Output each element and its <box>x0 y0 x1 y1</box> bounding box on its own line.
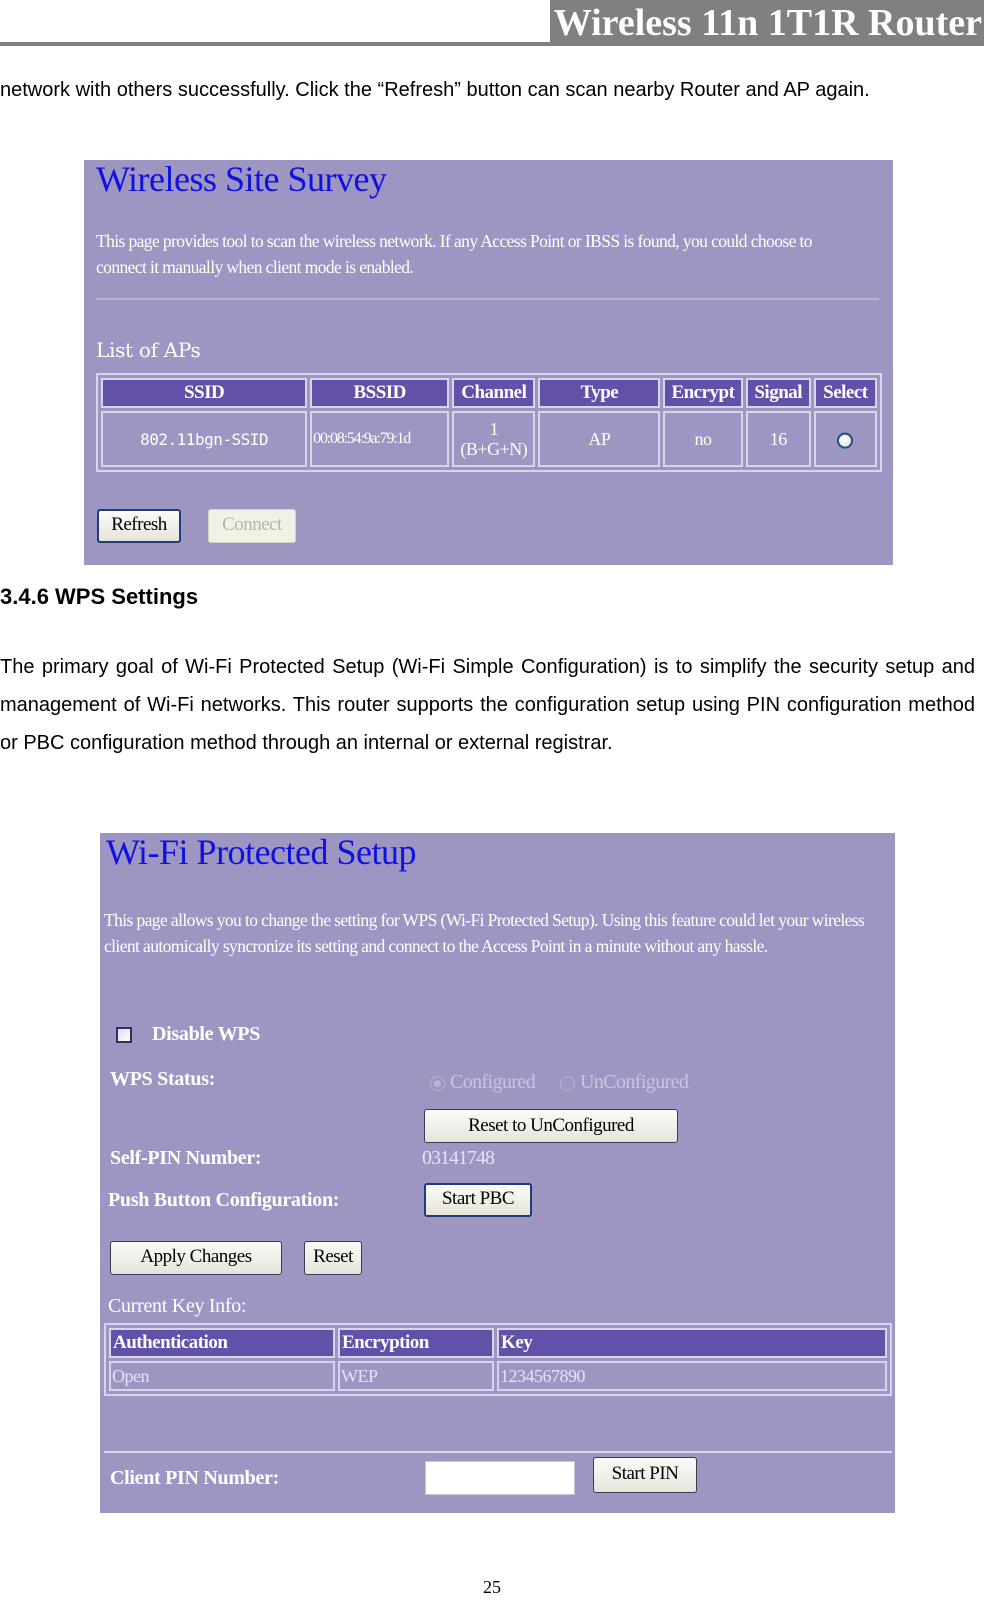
refresh-button[interactable]: Refresh <box>97 509 181 543</box>
key-info-table: Authentication Encryption Key Open WEP 1… <box>104 1323 892 1396</box>
cell-bssid: 00:08:54:9a:79:1d <box>310 411 450 467</box>
column-header-channel: Channel <box>452 378 536 408</box>
status-configured-radio[interactable] <box>430 1076 445 1091</box>
page-number: 25 <box>483 1577 501 1597</box>
self-pin-value: 03141748 <box>422 1147 495 1169</box>
ap-list-table: SSID BSSID Channel Type Encrypt Signal S… <box>96 373 882 472</box>
wps-description: This page allows you to change the setti… <box>104 910 865 956</box>
self-pin-label: Self-PIN Number: <box>110 1147 262 1169</box>
cell-encryption: WEP <box>338 1361 494 1391</box>
site-survey-title: Wireless Site Survey <box>96 159 387 199</box>
table-row: 802.11bgn-SSID 00:08:54:9a:79:1d 1 (B+G+… <box>101 411 877 467</box>
cell-type: AP <box>538 411 661 467</box>
column-header-encryption: Encryption <box>338 1328 494 1358</box>
client-pin-label: Client PIN Number: <box>110 1467 280 1489</box>
wps-screenshot: Wi-Fi Protected Setup This page allows y… <box>100 832 895 1513</box>
current-key-info-label: Current Key Info: <box>108 1295 247 1317</box>
column-header-authentication: Authentication <box>109 1328 335 1358</box>
site-survey-screenshot: Wireless Site Survey This page provides … <box>84 159 893 565</box>
push-button-configuration-label: Push Button Configuration: <box>108 1189 340 1211</box>
divider <box>96 298 879 300</box>
connect-button[interactable]: Connect <box>208 509 296 543</box>
client-pin-input[interactable] <box>425 1461 575 1495</box>
select-ap-radio[interactable] <box>837 432 854 449</box>
status-unconfigured-radio[interactable] <box>560 1076 575 1091</box>
reset-to-unconfigured-button[interactable]: Reset to UnConfigured <box>424 1109 678 1143</box>
column-header-ssid: SSID <box>101 378 308 408</box>
site-survey-description: This page provides tool to scan the wire… <box>96 231 813 277</box>
intro-paragraph: network with others successfully. Click … <box>0 79 870 101</box>
column-header-key: Key <box>497 1328 887 1358</box>
reset-button[interactable]: Reset <box>304 1241 362 1275</box>
wps-status-label: WPS Status: <box>110 1068 216 1090</box>
status-unconfigured-label: UnConfigured <box>580 1071 689 1093</box>
ap-table-header: SSID BSSID Channel Type Encrypt Signal S… <box>101 378 877 408</box>
cell-select <box>813 411 877 467</box>
cell-authentication: Open <box>109 1361 335 1391</box>
list-of-aps-heading: List of APs <box>96 338 201 362</box>
channel-band: (B+G+N) <box>460 439 528 459</box>
cell-key: 1234567890 <box>497 1361 887 1391</box>
column-header-signal: Signal <box>745 378 811 408</box>
column-header-encrypt: Encrypt <box>663 378 743 408</box>
column-header-select: Select <box>813 378 877 408</box>
wps-title: Wi-Fi Protected Setup <box>106 832 417 872</box>
cell-ssid: 802.11bgn-SSID <box>101 411 308 467</box>
disable-wps-checkbox[interactable] <box>116 1027 132 1043</box>
apply-changes-button[interactable]: Apply Changes <box>110 1241 282 1275</box>
key-table-header: Authentication Encryption Key <box>109 1328 887 1358</box>
status-configured-label: Configured <box>450 1071 536 1093</box>
section-heading: 3.4.6 WPS Settings <box>0 584 199 609</box>
divider <box>104 1451 892 1453</box>
channel-number: 1 <box>489 419 499 439</box>
section-paragraph: The primary goal of Wi-Fi Protected Setu… <box>0 656 975 754</box>
page-header: Wireless 11n 1T1R Router <box>0 0 984 46</box>
cell-encrypt: no <box>663 411 743 467</box>
column-header-bssid: BSSID <box>310 378 450 408</box>
header-title: Wireless 11n 1T1R Router <box>549 0 984 46</box>
start-pbc-button[interactable]: Start PBC <box>424 1183 532 1217</box>
cell-channel: 1 (B+G+N) <box>452 411 536 467</box>
column-header-type: Type <box>538 378 661 408</box>
disable-wps-label: Disable WPS <box>152 1023 261 1045</box>
cell-signal: 16 <box>745 411 811 467</box>
start-pin-button[interactable]: Start PIN <box>593 1457 697 1493</box>
table-row: Open WEP 1234567890 <box>109 1361 887 1391</box>
